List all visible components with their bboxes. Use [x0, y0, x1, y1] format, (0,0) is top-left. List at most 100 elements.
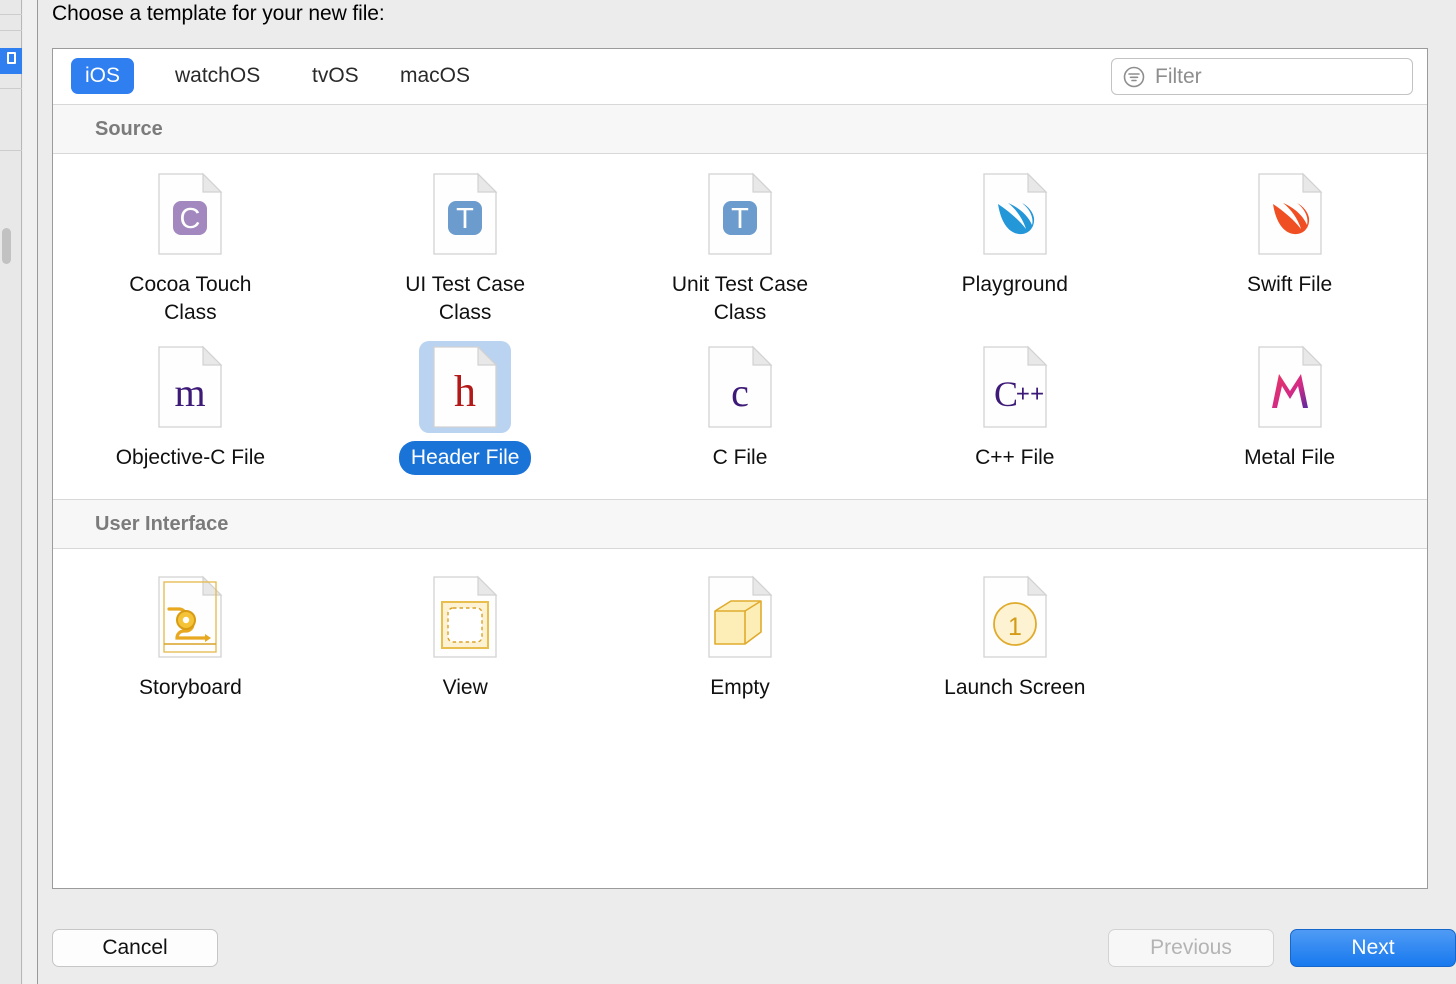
button-label: Next — [1351, 936, 1395, 959]
svg-text:c: c — [731, 370, 749, 415]
template-icon-box: C — [144, 168, 236, 260]
navigator-divider — [0, 150, 22, 151]
template-icon-box: C ++ — [969, 341, 1061, 433]
filter-icon — [1123, 66, 1145, 87]
template-ui-test-case-class[interactable]: T UI Test Case Class — [328, 168, 603, 331]
section-title: User Interface — [95, 512, 229, 535]
tab-macos[interactable]: macOS — [386, 58, 484, 94]
svg-text:T: T — [456, 203, 474, 235]
template-label: C File — [712, 445, 768, 469]
svg-text:++: ++ — [1016, 381, 1045, 408]
playground-icon — [983, 172, 1048, 255]
navigator-divider — [0, 30, 22, 31]
template-row: m Objective-C File h Header File c C Fil… — [53, 331, 1427, 499]
file-icon — [6, 52, 16, 64]
metal-file-icon — [1257, 345, 1323, 428]
tab-label: iOS — [85, 64, 121, 87]
svg-text:m: m — [175, 370, 206, 415]
template-c-file[interactable]: c C File — [603, 341, 878, 475]
empty-icon — [708, 575, 773, 658]
template-label: Unit Test Case Class — [671, 273, 809, 325]
template-unit-test-case-class[interactable]: T Unit Test Case Class — [603, 168, 878, 331]
sheet-footer: Cancel Previous Next — [38, 911, 1456, 984]
sheet-title: Choose a template for your new file: — [52, 2, 385, 25]
tab-ios[interactable]: iOS — [71, 58, 135, 94]
section-title: Source — [95, 117, 163, 140]
new-file-sheet: Choose a template for your new file: iOS… — [38, 0, 1456, 984]
background-editor-gutter — [23, 0, 38, 984]
template-icon-box: 1 — [969, 571, 1061, 663]
template-icon-box — [694, 571, 786, 663]
template-label: C++ File — [975, 445, 1055, 469]
section-body-source: C Cocoa Touch Class T UI Test Case Class… — [53, 154, 1427, 500]
svg-text:1: 1 — [1008, 613, 1022, 641]
navigator-scrollbar-thumb[interactable] — [2, 228, 11, 264]
template-icon-box — [1244, 168, 1336, 260]
background-navigator — [0, 0, 22, 984]
template-label: Header File — [398, 440, 532, 476]
navigator-divider — [0, 14, 22, 15]
ui-test-case-class-icon: T — [433, 172, 498, 255]
template-icon-box: m — [144, 341, 236, 433]
template-label: Objective-C File — [115, 445, 266, 469]
template-metal-file[interactable]: Metal File — [1152, 341, 1427, 475]
swift-file-icon — [1257, 172, 1323, 255]
cocoa-touch-class-icon: C — [158, 172, 223, 255]
template-playground[interactable]: Playground — [877, 168, 1152, 302]
filter-input[interactable]: Filter — [1111, 58, 1413, 95]
template-icon-box — [1244, 341, 1336, 433]
launch-screen-icon: 1 — [983, 575, 1048, 658]
template-label: Empty — [710, 676, 770, 700]
cancel-button[interactable]: Cancel — [52, 929, 218, 967]
svg-text:h: h — [454, 367, 476, 416]
template-label: View — [442, 676, 488, 700]
header-file-icon: h — [433, 345, 498, 428]
template-header-file[interactable]: h Header File — [328, 340, 603, 476]
template-label: Playground — [961, 273, 1068, 296]
platform-tabbar: iOS watchOS tvOS macOS Filter — [53, 49, 1427, 104]
template-icon-box — [969, 168, 1061, 260]
template-label: Metal File — [1244, 445, 1336, 469]
template-launch-screen[interactable]: 1 Launch Screen — [877, 571, 1152, 705]
template-label: Swift File — [1246, 273, 1333, 296]
button-label: Cancel — [102, 936, 168, 959]
template-cpp-file[interactable]: C ++ C++ File — [877, 341, 1152, 475]
navigator-selected-row[interactable] — [0, 48, 22, 74]
section-header-user-interface: User Interface — [53, 499, 1427, 550]
svg-text:T: T — [731, 203, 749, 235]
template-label: Launch Screen — [944, 676, 1086, 700]
template-label: Storyboard — [139, 676, 242, 700]
c-file-icon: c — [708, 345, 773, 428]
tab-tvos[interactable]: tvOS — [298, 58, 373, 94]
objective-c-file-icon: m — [158, 345, 223, 428]
view-icon — [433, 575, 498, 658]
template-label: Cocoa Touch Class — [129, 273, 252, 325]
template-empty[interactable]: Empty — [603, 571, 878, 705]
template-swift-file[interactable]: Swift File — [1152, 168, 1427, 302]
button-label: Previous — [1150, 936, 1232, 959]
svg-text:C: C — [994, 374, 1018, 414]
template-view[interactable]: View — [328, 571, 603, 705]
filter-placeholder: Filter — [1155, 64, 1202, 88]
template-icon-box — [419, 571, 511, 663]
navigator-divider — [0, 88, 22, 89]
tab-watchos[interactable]: watchOS — [161, 58, 274, 94]
previous-button[interactable]: Previous — [1108, 929, 1274, 967]
template-icon-box: T — [694, 168, 786, 260]
unit-test-case-class-icon: T — [708, 172, 773, 255]
cpp-file-icon: C ++ — [983, 345, 1048, 428]
storyboard-icon — [158, 575, 223, 658]
section-body-user-interface: Storyboard View Empty 1 Launch Screen — [53, 549, 1427, 706]
template-icon-box — [144, 571, 236, 663]
template-storyboard[interactable]: Storyboard — [53, 571, 328, 705]
template-row: Storyboard View Empty 1 Launch Screen — [53, 549, 1427, 705]
tab-label: tvOS — [312, 64, 359, 87]
tab-label: watchOS — [175, 64, 261, 87]
tab-label: macOS — [400, 64, 471, 87]
template-panel: iOS watchOS tvOS macOS Filter Source C C… — [52, 48, 1428, 889]
next-button[interactable]: Next — [1290, 929, 1456, 967]
template-icon-box: c — [694, 341, 786, 433]
template-cocoa-touch-class[interactable]: C Cocoa Touch Class — [53, 168, 328, 331]
template-row: C Cocoa Touch Class T UI Test Case Class… — [53, 154, 1427, 331]
template-objective-c-file[interactable]: m Objective-C File — [53, 341, 328, 475]
